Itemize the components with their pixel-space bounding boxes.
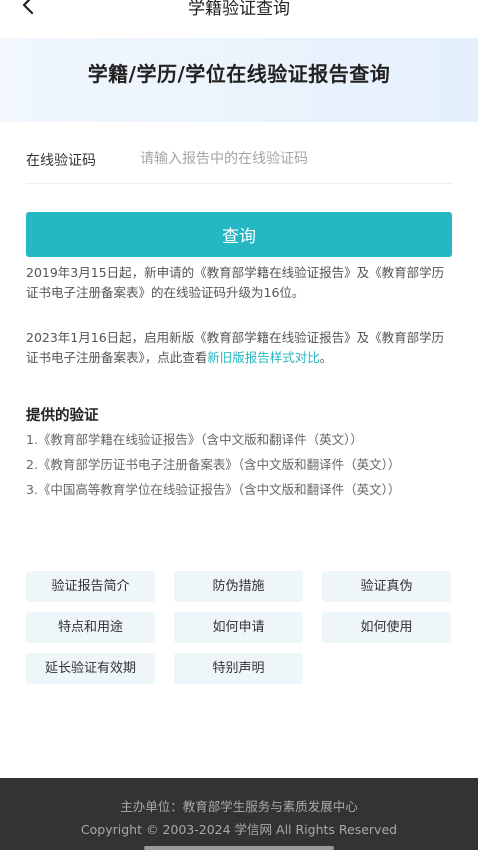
list-item: 1.《教育部学籍在线验证报告》（含中文版和翻译件（英文））	[26, 432, 363, 447]
tag-special-statement[interactable]: 特别声明	[174, 653, 303, 684]
footer-host: 主办单位：教育部学生服务与素质发展中心	[120, 799, 358, 814]
version-compare-link[interactable]: 新旧版报告样式对比	[207, 350, 320, 365]
tag-anti-counterfeit[interactable]: 防伪措施	[174, 571, 303, 602]
footer: 主办单位：教育部学生服务与素质发展中心 Copyright © 2003-202…	[0, 778, 478, 850]
provided-section-title: 提供的验证	[26, 408, 99, 424]
list-item: 2.《教育部学历证书电子注册备案表》（含中文版和翻译件（英文））	[26, 457, 401, 472]
footer-copyright: Copyright © 2003-2024 学信网 All Rights Res…	[80, 822, 398, 837]
banner: 学籍/学历/学位在线验证报告查询	[0, 38, 478, 122]
page-title: 学籍验证查询	[188, 0, 290, 19]
query-button[interactable]: 查询	[26, 212, 452, 257]
verification-code-label: 在线验证码	[26, 153, 96, 169]
tag-extend-validity[interactable]: 延长验证有效期	[26, 653, 155, 684]
notice-new-version-suffix: 。	[319, 350, 333, 365]
verification-code-input[interactable]	[140, 144, 450, 174]
banner-title: 学籍/学历/学位在线验证报告查询	[87, 62, 391, 86]
tag-verify-authenticity[interactable]: 验证真伪	[322, 571, 451, 602]
home-indicator	[144, 846, 334, 850]
tag-how-to-apply[interactable]: 如何申请	[174, 612, 303, 643]
notice-upgrade: 2019年3月15日起，新申请的《教育部学籍在线验证报告》及《教育部学历证书电子…	[26, 265, 445, 300]
tag-features-uses[interactable]: 特点和用途	[26, 612, 155, 643]
list-item: 3.《中国高等教育学位在线验证报告》（含中文版和翻译件（英文））	[26, 482, 401, 497]
verification-code-row: 在线验证码	[26, 140, 452, 184]
tag-how-to-use[interactable]: 如何使用	[322, 612, 451, 643]
provided-list: 1.《教育部学籍在线验证报告》（含中文版和翻译件（英文）） 2.《教育部学历证书…	[26, 430, 456, 505]
tag-report-intro[interactable]: 验证报告简介	[26, 571, 155, 602]
notice-new-version: 2023年1月16日起，启用新版《教育部学籍在线验证报告》及《教育部学历证书电子…	[26, 328, 452, 368]
nav-bar: 学籍验证查询	[0, 0, 478, 22]
